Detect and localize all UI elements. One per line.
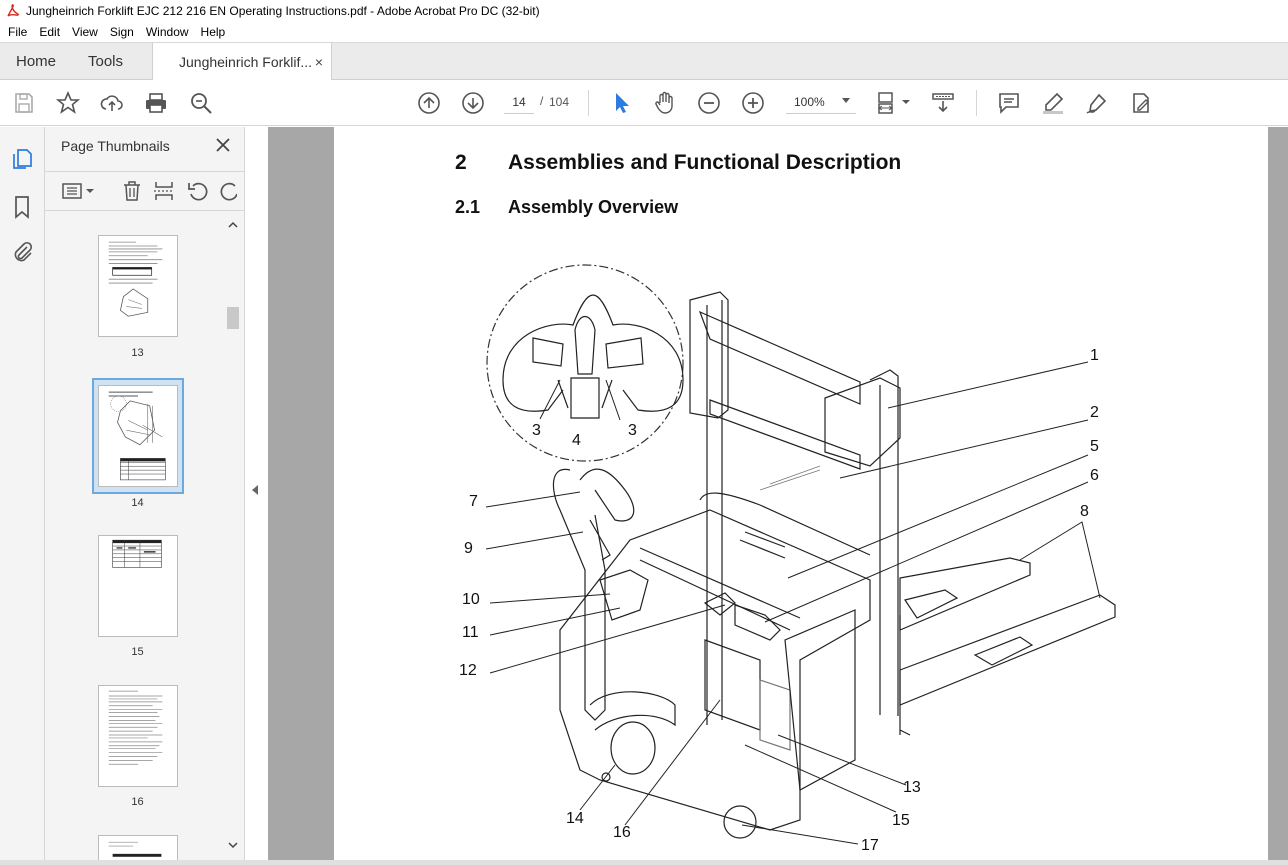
rotate-clockwise-icon[interactable] bbox=[219, 180, 237, 202]
thumbnail-options-icon[interactable] bbox=[61, 180, 95, 202]
page-preview-image bbox=[108, 841, 162, 857]
callout-number: 14 bbox=[566, 810, 584, 827]
previous-page-icon[interactable] bbox=[417, 91, 441, 115]
page-separator: / bbox=[540, 94, 544, 108]
main-toolbar: / 104 100% bbox=[0, 80, 1288, 126]
heading-2-number: 2.1 bbox=[455, 197, 481, 217]
menu-window[interactable]: Window bbox=[140, 25, 195, 39]
page-thumbnail[interactable] bbox=[98, 835, 178, 860]
save-icon[interactable] bbox=[12, 91, 36, 115]
heading-1-number: 2 bbox=[455, 151, 467, 174]
scroll-up-arrow-icon[interactable] bbox=[225, 219, 241, 231]
tab-bar: Home Tools Jungheinrich Forklif... × bbox=[0, 42, 1288, 81]
select-cursor-icon[interactable] bbox=[609, 91, 633, 115]
callout-number: 5 bbox=[1090, 438, 1099, 455]
heading-1-text: Assemblies and Functional Description bbox=[508, 151, 902, 174]
callout-number: 2 bbox=[1090, 404, 1099, 421]
page-preview-image bbox=[108, 391, 166, 481]
thumbnails-panel-title: Page Thumbnails bbox=[61, 138, 170, 154]
zoom-out-icon[interactable] bbox=[697, 91, 721, 115]
thumbnails-scrollbar[interactable] bbox=[225, 219, 241, 855]
collapse-panel-arrow-icon[interactable] bbox=[252, 485, 258, 495]
print-icon[interactable] bbox=[144, 91, 168, 115]
thumbnails-panel: Page Thumbnails 13 14 15 16 bbox=[45, 127, 245, 860]
thumbnail-page-label: 14 bbox=[131, 497, 144, 509]
toolbar-divider bbox=[976, 90, 977, 116]
page-thumbnail[interactable] bbox=[98, 235, 178, 337]
scroll-down-arrow-icon[interactable] bbox=[225, 839, 241, 851]
callout-number: 1 bbox=[1090, 347, 1099, 364]
callout-number: 16 bbox=[613, 824, 631, 841]
fill-sign-icon[interactable] bbox=[1129, 91, 1153, 115]
page-thumbnail[interactable] bbox=[98, 535, 178, 637]
attachment-paperclip-icon[interactable] bbox=[10, 240, 34, 264]
menu-help[interactable]: Help bbox=[195, 25, 232, 39]
scrollbar-thumb[interactable] bbox=[227, 307, 239, 329]
callout-number: 9 bbox=[464, 540, 473, 557]
page-preview-image bbox=[108, 690, 163, 765]
page-preview-image bbox=[112, 539, 162, 568]
page-total: 104 bbox=[549, 95, 570, 109]
page-thumbnail[interactable] bbox=[98, 685, 178, 787]
extract-pages-icon[interactable] bbox=[153, 180, 175, 202]
tab-tools[interactable]: Tools bbox=[88, 43, 123, 80]
comment-icon[interactable] bbox=[997, 91, 1021, 115]
delete-page-icon[interactable] bbox=[121, 180, 143, 202]
forklift-assembly-illustration bbox=[485, 264, 1116, 845]
callout-number: 6 bbox=[1090, 467, 1099, 484]
callout-number: 11 bbox=[462, 624, 479, 641]
menu-bar: File Edit View Sign Window Help bbox=[0, 22, 1288, 42]
bookmark-icon[interactable] bbox=[10, 195, 34, 219]
callout-number: 12 bbox=[459, 662, 477, 679]
sign-pen-icon[interactable] bbox=[1085, 91, 1109, 115]
callout-number: 10 bbox=[462, 591, 480, 608]
toolbar-divider bbox=[588, 90, 589, 116]
zoom-level-value: 100% bbox=[794, 95, 825, 109]
close-panel-icon[interactable] bbox=[215, 137, 231, 153]
callout-number: 7 bbox=[469, 493, 478, 510]
scroll-mode-icon[interactable] bbox=[931, 91, 955, 115]
page-thumbnails-icon[interactable] bbox=[10, 147, 34, 171]
acrobat-logo-icon bbox=[6, 4, 20, 18]
callout-number: 13 bbox=[903, 779, 921, 796]
thumbnail-page-label: 13 bbox=[131, 347, 144, 359]
chevron-down-icon bbox=[842, 98, 850, 103]
tab-document-label: Jungheinrich Forklif... bbox=[179, 54, 313, 70]
menu-view[interactable]: View bbox=[66, 25, 104, 39]
zoom-in-icon[interactable] bbox=[741, 91, 765, 115]
next-page-icon[interactable] bbox=[461, 91, 485, 115]
page-preview-image bbox=[108, 241, 163, 317]
thumbnails-toolbar bbox=[45, 171, 245, 211]
title-bar: Jungheinrich Forklift EJC 212 216 EN Ope… bbox=[0, 0, 1288, 22]
horizontal-scrollbar[interactable] bbox=[0, 860, 1288, 865]
hand-pan-icon[interactable] bbox=[653, 91, 677, 115]
menu-file[interactable]: File bbox=[2, 25, 33, 39]
callout-number: 15 bbox=[892, 812, 910, 829]
thumbnail-page-label: 16 bbox=[131, 796, 144, 808]
page-fit-icon[interactable] bbox=[876, 91, 912, 115]
tab-document[interactable]: Jungheinrich Forklif... × bbox=[152, 43, 332, 81]
close-tab-icon[interactable]: × bbox=[315, 54, 323, 70]
window-title: Jungheinrich Forklift EJC 212 216 EN Ope… bbox=[26, 4, 540, 18]
callout-number: 4 bbox=[572, 432, 581, 449]
tab-home[interactable]: Home bbox=[16, 43, 56, 80]
callout-number: 3 bbox=[628, 422, 637, 439]
callout-number: 17 bbox=[861, 837, 879, 854]
heading-2-text: Assembly Overview bbox=[508, 197, 679, 217]
upload-cloud-icon[interactable] bbox=[100, 91, 124, 115]
zoom-search-icon[interactable] bbox=[189, 91, 213, 115]
navigation-rail bbox=[0, 127, 45, 865]
page-thumbnail-selected[interactable] bbox=[98, 385, 178, 487]
star-icon[interactable] bbox=[55, 90, 81, 115]
zoom-level-dropdown[interactable]: 100% bbox=[786, 90, 856, 114]
callout-number: 8 bbox=[1080, 503, 1089, 520]
menu-edit[interactable]: Edit bbox=[33, 25, 66, 39]
menu-sign[interactable]: Sign bbox=[104, 25, 140, 39]
callout-number: 3 bbox=[532, 422, 541, 439]
highlight-pen-icon[interactable] bbox=[1041, 91, 1065, 115]
rotate-counterclockwise-icon[interactable] bbox=[187, 180, 209, 202]
page-number-input[interactable] bbox=[504, 90, 534, 114]
thumbnail-page-label: 15 bbox=[131, 646, 144, 658]
